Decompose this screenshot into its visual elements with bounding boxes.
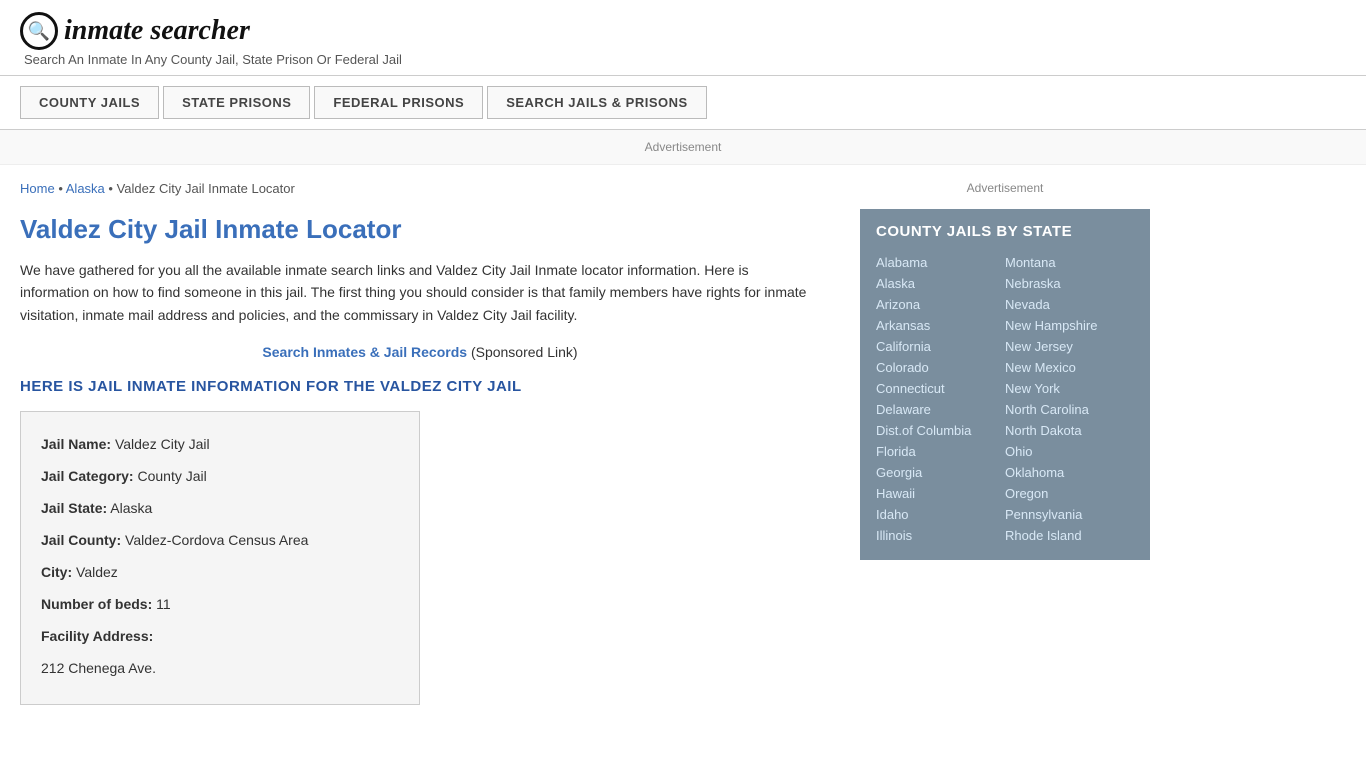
state-link-new-hampshire[interactable]: New Hampshire [1005,315,1134,336]
state-link-dist.of-columbia[interactable]: Dist.of Columbia [876,420,1005,441]
jail-city-label: City: [41,564,72,580]
sidebar-ad: Advertisement [860,181,1150,195]
nav-search-jails[interactable]: SEARCH JAILS & PRISONS [487,86,706,119]
state-link-hawaii[interactable]: Hawaii [876,483,1005,504]
state-link-georgia[interactable]: Georgia [876,462,1005,483]
state-link-north-carolina[interactable]: North Carolina [1005,399,1134,420]
breadcrumb-sep1: • [58,181,65,196]
breadcrumb-current: Valdez City Jail Inmate Locator [117,181,295,196]
breadcrumb-alaska[interactable]: Alaska [66,181,105,196]
jail-category-row: Jail Category: County Jail [41,462,399,490]
main-layout: Home • Alaska • Valdez City Jail Inmate … [0,165,1366,725]
state-link-alaska[interactable]: Alaska [876,273,1005,294]
jail-county-val: Valdez-Cordova Census Area [125,532,308,548]
state-link-oregon[interactable]: Oregon [1005,483,1134,504]
header: 🔍 inmate searcher Search An Inmate In An… [0,0,1366,76]
content-area: Home • Alaska • Valdez City Jail Inmate … [20,165,840,725]
state-link-alabama[interactable]: Alabama [876,252,1005,273]
state-link-pennsylvania[interactable]: Pennsylvania [1005,504,1134,525]
jail-address-row: Facility Address: [41,622,399,650]
sponsored-link-area: Search Inmates & Jail Records (Sponsored… [20,344,820,360]
states-col1: AlabamaAlaskaArizonaArkansasCaliforniaCo… [876,252,1005,546]
tagline: Search An Inmate In Any County Jail, Sta… [24,52,1346,67]
section-heading: HERE IS JAIL INMATE INFORMATION FOR THE … [20,378,820,395]
state-link-illinois[interactable]: Illinois [876,525,1005,546]
breadcrumb: Home • Alaska • Valdez City Jail Inmate … [20,181,820,196]
jail-beds-label: Number of beds: [41,596,152,612]
state-link-nebraska[interactable]: Nebraska [1005,273,1134,294]
jail-county-row: Jail County: Valdez-Cordova Census Area [41,526,399,554]
state-link-montana[interactable]: Montana [1005,252,1134,273]
state-link-california[interactable]: California [876,336,1005,357]
jail-state-val: Alaska [110,500,152,516]
nav-state-prisons[interactable]: STATE PRISONS [163,86,310,119]
sponsored-tag: (Sponsored Link) [471,344,578,360]
logo-area: 🔍 inmate searcher [20,12,1346,50]
jail-county-label: Jail County: [41,532,121,548]
jail-beds-row: Number of beds: 11 [41,590,399,618]
states-col2: MontanaNebraskaNevadaNew HampshireNew Je… [1005,252,1134,546]
state-link-rhode-island[interactable]: Rhode Island [1005,525,1134,546]
state-link-oklahoma[interactable]: Oklahoma [1005,462,1134,483]
state-link-new-mexico[interactable]: New Mexico [1005,357,1134,378]
jail-address-value-row: 212 Chenega Ave. [41,654,399,682]
jail-state-label: Jail State: [41,500,107,516]
jail-address-label: Facility Address: [41,628,153,644]
state-link-nevada[interactable]: Nevada [1005,294,1134,315]
jail-address-value: 212 Chenega Ave. [41,660,156,676]
jail-name-label: Jail Name: [41,436,111,452]
nav-county-jails[interactable]: COUNTY JAILS [20,86,159,119]
nav-federal-prisons[interactable]: FEDERAL PRISONS [314,86,483,119]
nav-bar: COUNTY JAILS STATE PRISONS FEDERAL PRISO… [0,76,1366,130]
jail-city-val: Valdez [76,564,118,580]
jail-beds-val: 11 [156,596,171,612]
state-link-connecticut[interactable]: Connecticut [876,378,1005,399]
logo-text: inmate searcher [64,15,250,47]
jail-name-row: Jail Name: Valdez City Jail [41,430,399,458]
state-link-delaware[interactable]: Delaware [876,399,1005,420]
states-grid: AlabamaAlaskaArizonaArkansasCaliforniaCo… [876,252,1134,546]
jail-city-row: City: Valdez [41,558,399,586]
sponsored-link-anchor[interactable]: Search Inmates & Jail Records [262,344,467,360]
jail-state-row: Jail State: Alaska [41,494,399,522]
description-text: We have gathered for you all the availab… [20,259,820,326]
jail-info-box: Jail Name: Valdez City Jail Jail Categor… [20,411,420,705]
page-title: Valdez City Jail Inmate Locator [20,214,820,245]
state-link-florida[interactable]: Florida [876,441,1005,462]
breadcrumb-sep2: • [108,181,116,196]
state-link-north-dakota[interactable]: North Dakota [1005,420,1134,441]
state-link-new-york[interactable]: New York [1005,378,1134,399]
county-jails-by-state-box: COUNTY JAILS BY STATE AlabamaAlaskaArizo… [860,209,1150,560]
state-link-arizona[interactable]: Arizona [876,294,1005,315]
state-link-idaho[interactable]: Idaho [876,504,1005,525]
logo-icon: 🔍 [20,12,58,50]
state-link-colorado[interactable]: Colorado [876,357,1005,378]
county-jails-by-state-title: COUNTY JAILS BY STATE [876,223,1134,240]
jail-cat-val: County Jail [137,468,206,484]
state-link-ohio[interactable]: Ohio [1005,441,1134,462]
jail-name-val: Valdez City Jail [115,436,210,452]
ad-bar: Advertisement [0,130,1366,165]
sidebar: Advertisement COUNTY JAILS BY STATE Alab… [840,165,1150,725]
jail-category-label: Jail Category: [41,468,134,484]
state-link-new-jersey[interactable]: New Jersey [1005,336,1134,357]
state-link-arkansas[interactable]: Arkansas [876,315,1005,336]
breadcrumb-home[interactable]: Home [20,181,55,196]
